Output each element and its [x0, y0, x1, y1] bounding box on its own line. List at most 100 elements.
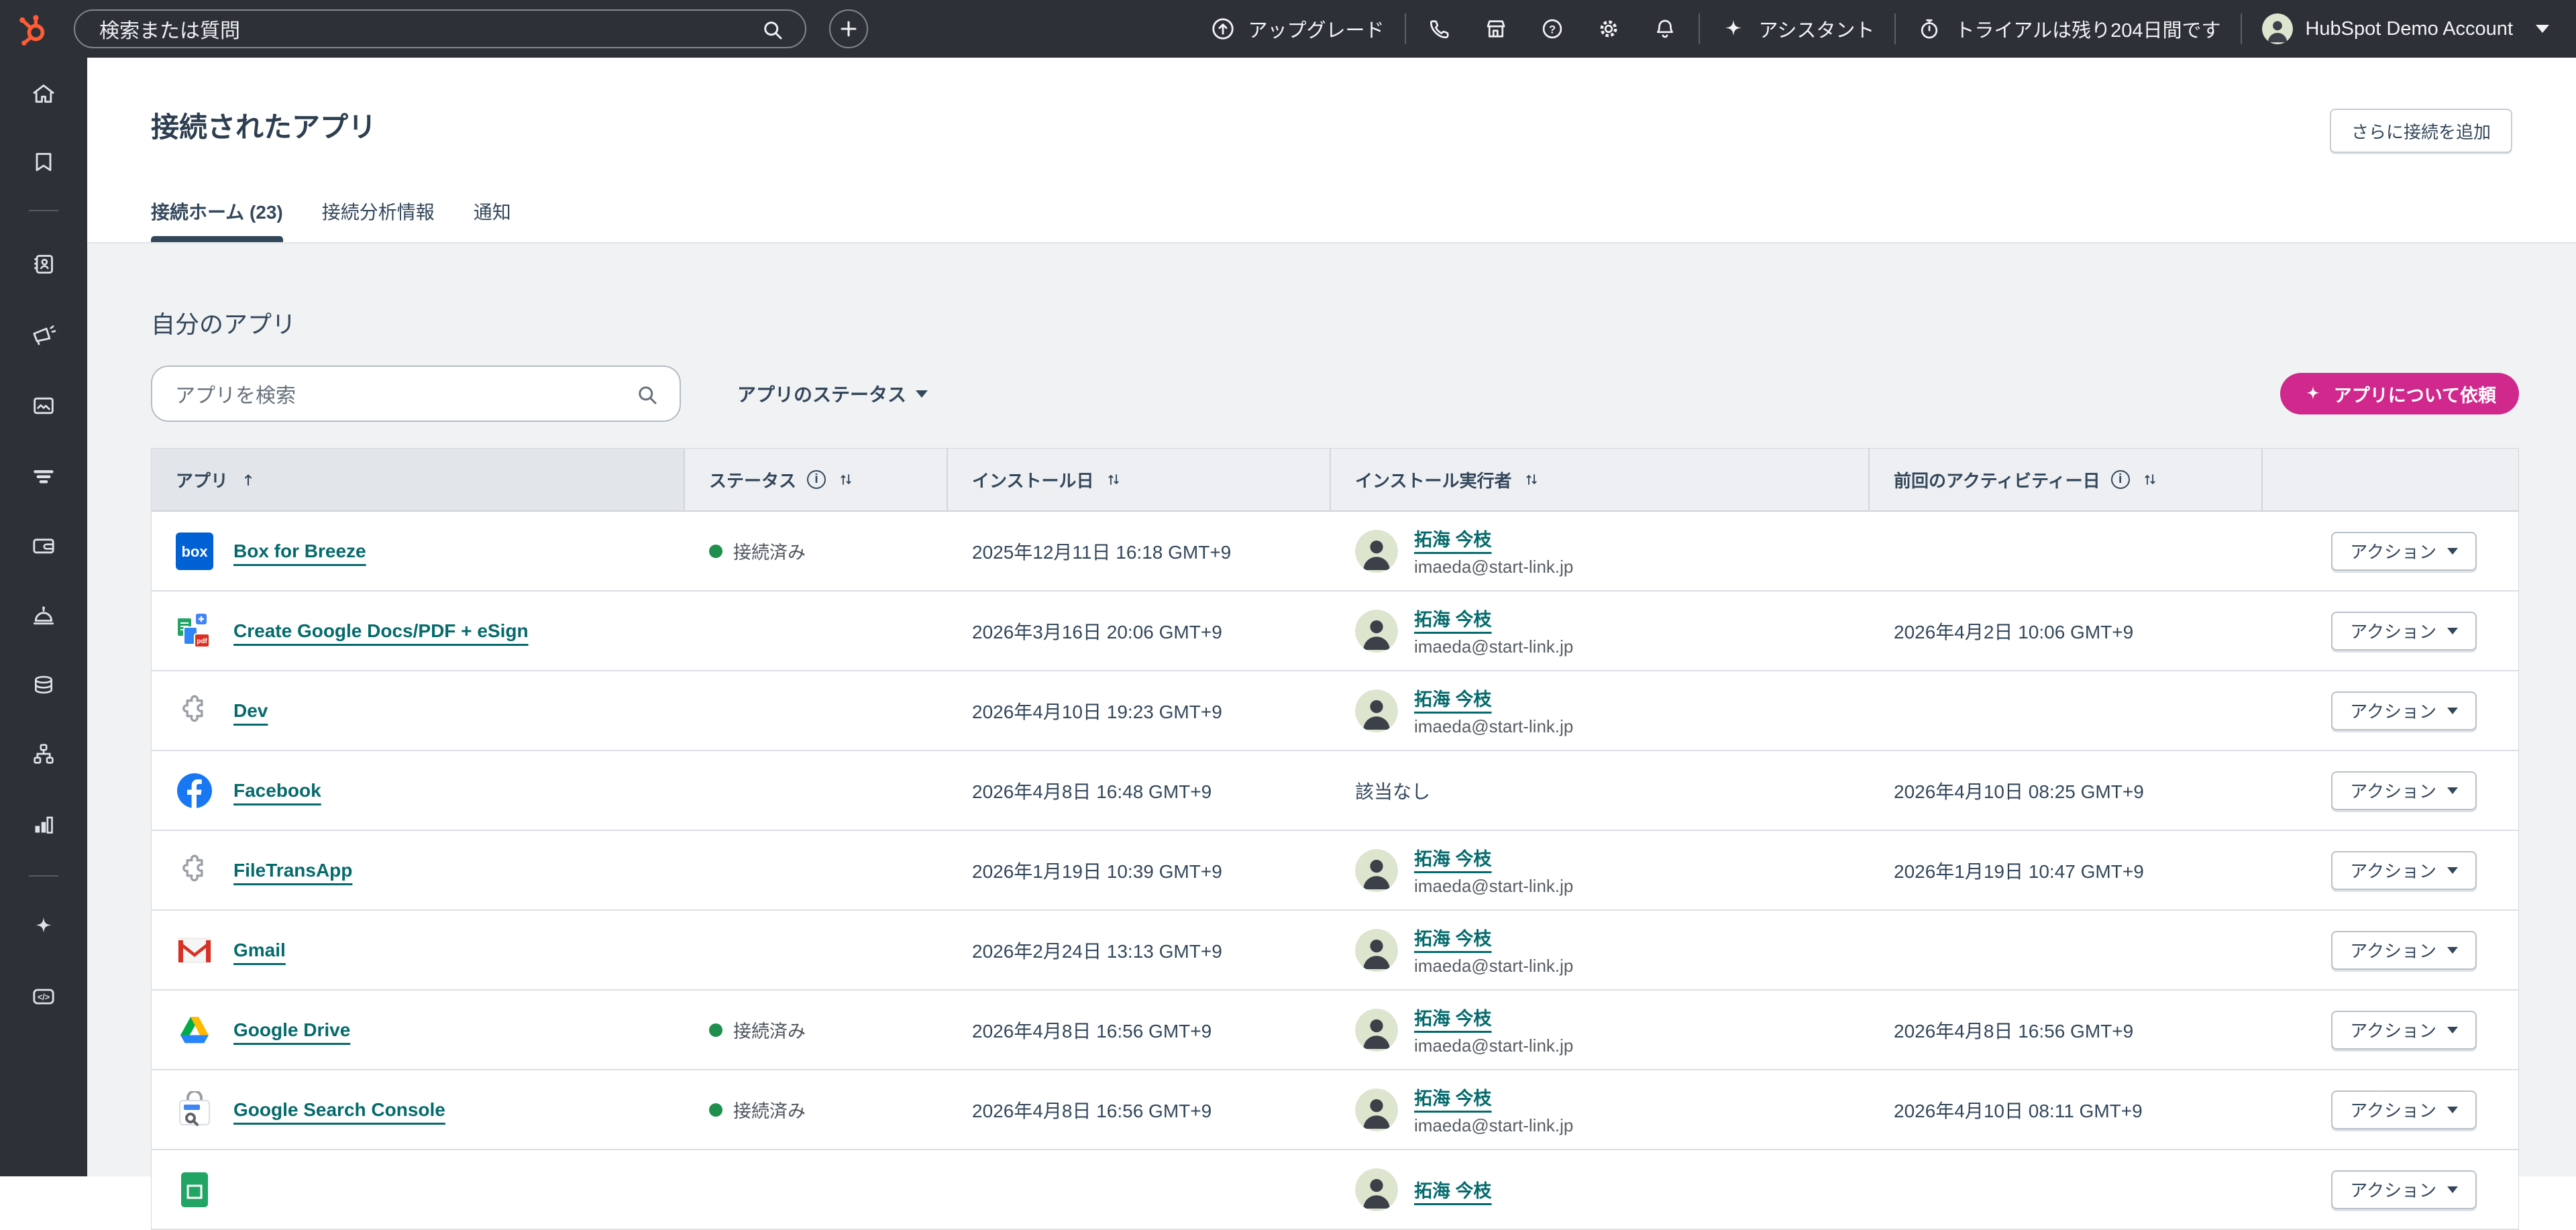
actions-cell: アクション — [2263, 831, 2518, 909]
sidebar-item-commerce[interactable] — [30, 532, 57, 559]
info-icon[interactable]: i — [807, 470, 826, 489]
actions-button[interactable]: アクション — [2331, 851, 2477, 890]
sidebar-item-data[interactable] — [30, 671, 57, 698]
app-name-link[interactable]: Google Search Console — [233, 1099, 445, 1121]
column-header-installer[interactable]: インストール実行者 — [1331, 449, 1870, 512]
info-icon[interactable]: i — [2111, 470, 2130, 489]
settings-gear-icon[interactable] — [1595, 15, 1622, 42]
apps-section: 自分のアプリ アプリを検索 アプリのステータス アプリについて依頼 アプリ — [87, 243, 2576, 1176]
sidebar-item-developer[interactable]: </> — [30, 983, 57, 1010]
sort-asc-icon — [239, 470, 258, 489]
assistant-button[interactable]: アシスタント — [1720, 15, 1875, 43]
last-activity-cell: 2026年1月19日 10:47 GMT+9 — [1870, 831, 2263, 909]
app-name-link[interactable]: Create Google Docs/PDF + eSign — [233, 620, 529, 642]
actions-button[interactable]: アクション — [2331, 1091, 2477, 1129]
installer-email: imaeda@start-link.jp — [1414, 716, 1573, 737]
app-cell: Dev — [152, 671, 685, 750]
help-icon[interactable]: ? — [1539, 15, 1566, 42]
app-name-link[interactable]: FileTransApp — [233, 860, 352, 881]
marketplace-icon[interactable] — [1483, 15, 1509, 42]
tab-connection-home[interactable]: 接続ホーム (23) — [151, 198, 283, 242]
request-app-button[interactable]: アプリについて依頼 — [2280, 373, 2519, 414]
search-icon — [635, 383, 659, 410]
google-search-console-app-icon — [176, 1091, 213, 1129]
sidebar-item-sales[interactable] — [30, 463, 57, 490]
column-header-actions — [2263, 449, 2518, 512]
divider — [1699, 13, 1700, 44]
sidebar-item-crm[interactable] — [30, 251, 57, 278]
hubspot-logo-icon[interactable] — [15, 11, 50, 46]
add-connection-button[interactable]: さらに接続を追加 — [2330, 109, 2512, 153]
app-name-link[interactable]: Google Drive — [233, 1019, 350, 1041]
sidebar-divider — [29, 875, 58, 877]
app-name-link[interactable]: Box for Breeze — [233, 541, 366, 562]
app-cell: Google Search Console — [152, 1070, 685, 1149]
global-search-input[interactable]: 検索または質問 — [74, 9, 806, 48]
tab-connection-insights[interactable]: 接続分析情報 — [322, 198, 435, 242]
column-header-install-date[interactable]: インストール日 — [948, 449, 1331, 512]
chevron-down-icon — [2447, 1107, 2458, 1113]
status-cell: 接続済み — [685, 991, 948, 1069]
installer-name-link[interactable]: 拓海 今枝 — [1414, 525, 1573, 551]
installer-cell: 該当なし — [1331, 751, 1870, 830]
installer-name-link[interactable]: 拓海 今枝 — [1414, 685, 1573, 711]
sidebar-item-bookmarks[interactable] — [30, 149, 57, 176]
last-activity-cell: 2026年4月10日 08:11 GMT+9 — [1870, 1070, 2263, 1149]
phone-icon[interactable] — [1426, 15, 1453, 42]
trial-status[interactable]: トライアルは残り204日間です — [1916, 15, 2220, 43]
account-menu[interactable]: HubSpot Demo Account — [2262, 13, 2549, 44]
sparkle-icon — [2303, 384, 2323, 404]
installer-name-link[interactable]: 拓海 今枝 — [1414, 844, 1573, 871]
sidebar-item-reporting[interactable] — [30, 811, 57, 838]
actions-button[interactable]: アクション — [2331, 612, 2477, 651]
sidebar-item-automation[interactable] — [30, 740, 57, 767]
svg-text:</>: </> — [38, 993, 50, 1002]
column-header-status[interactable]: ステータス i — [685, 449, 948, 512]
create-button[interactable] — [829, 9, 868, 48]
actions-button[interactable]: アクション — [2331, 1170, 2477, 1209]
actions-button[interactable]: アクション — [2331, 771, 2477, 810]
actions-button[interactable]: アクション — [2331, 931, 2477, 970]
sidebar-item-service[interactable] — [30, 602, 57, 629]
actions-button[interactable]: アクション — [2331, 691, 2477, 730]
app-status-filter[interactable]: アプリのステータス — [737, 380, 928, 407]
chevron-down-icon — [2447, 548, 2458, 555]
sidebar-item-content[interactable] — [30, 392, 57, 419]
installer-name-link[interactable]: 拓海 今枝 — [1414, 924, 1573, 950]
default-puzzle-app-icon — [176, 693, 213, 729]
actions-cell: アクション — [2263, 1150, 2518, 1229]
sidebar-item-ai[interactable] — [30, 913, 57, 940]
tab-notifications[interactable]: 通知 — [474, 198, 511, 242]
installer-avatar — [1355, 1009, 1398, 1052]
installer-name-link[interactable]: 拓海 今枝 — [1414, 1004, 1573, 1030]
installer-cell: 拓海 今枝imaeda@start-link.jp — [1331, 512, 1870, 590]
installer-name-link[interactable]: 拓海 今枝 — [1414, 1176, 1492, 1203]
sidebar-item-home[interactable] — [30, 80, 57, 107]
status-cell — [685, 592, 948, 670]
global-search-placeholder: 検索または質問 — [99, 14, 240, 44]
sort-icon — [1104, 470, 1123, 489]
column-header-app[interactable]: アプリ — [152, 449, 685, 512]
app-search-input[interactable]: アプリを検索 — [151, 366, 681, 422]
app-name-link[interactable]: Dev — [233, 700, 268, 722]
last-activity-cell — [1870, 512, 2263, 590]
installer-avatar — [1355, 849, 1398, 892]
app-search-placeholder: アプリを検索 — [175, 379, 296, 408]
install-date-cell: 2026年4月8日 16:56 GMT+9 — [948, 1070, 1331, 1149]
table-row: Dev 2026年4月10日 19:23 GMT+9 拓海 今枝imaeda@s… — [152, 671, 2518, 751]
app-name-link[interactable]: Gmail — [233, 940, 286, 961]
last-activity-cell — [1870, 1150, 2263, 1229]
installer-name-link[interactable]: 拓海 今枝 — [1414, 605, 1573, 631]
installer-name-link[interactable]: 拓海 今枝 — [1414, 1084, 1573, 1110]
sidebar-item-marketing[interactable] — [30, 322, 57, 349]
notifications-bell-icon[interactable] — [1652, 15, 1678, 42]
app-cell: Google Drive — [152, 991, 685, 1069]
divider — [1894, 13, 1896, 44]
installer-avatar — [1355, 530, 1398, 573]
column-header-last-activity[interactable]: 前回のアクティビティー日 i — [1870, 449, 2263, 512]
install-date-cell: 2026年1月19日 10:39 GMT+9 — [948, 831, 1331, 909]
app-name-link[interactable]: Facebook — [233, 780, 321, 801]
upgrade-button[interactable]: アップグレード — [1210, 15, 1385, 43]
actions-button[interactable]: アクション — [2331, 532, 2477, 571]
actions-button[interactable]: アクション — [2331, 1011, 2477, 1050]
